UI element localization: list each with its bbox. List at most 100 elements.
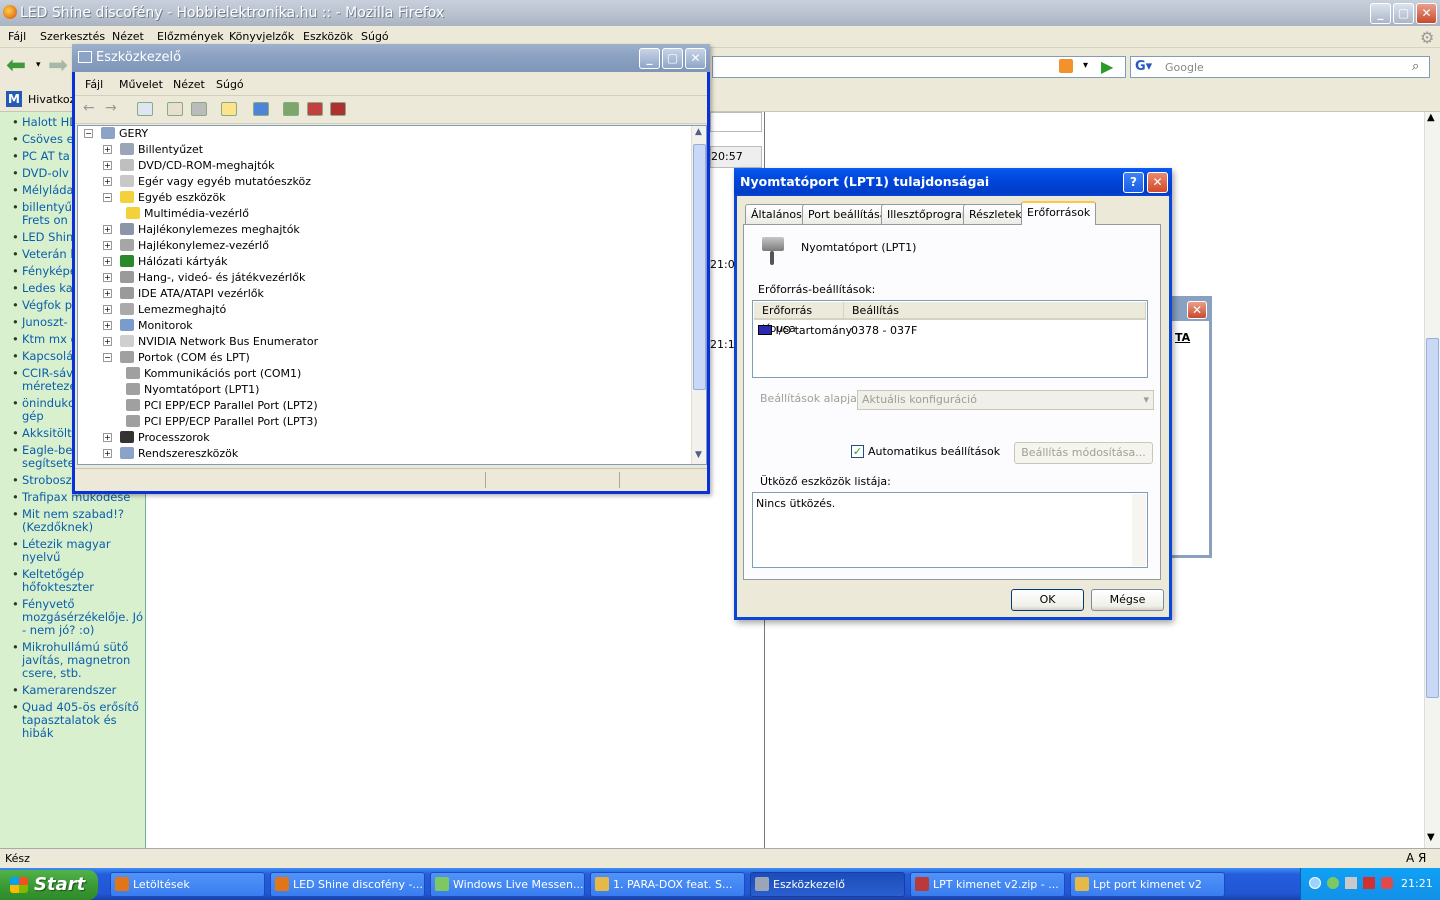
url-dropdown-icon[interactable]: ▾ xyxy=(1083,60,1088,71)
sidebar-topic-link[interactable]: Kamerarendszer xyxy=(0,684,145,698)
sidebar-topic-link[interactable]: Mikrohullámú sütő javítás, magnetron cse… xyxy=(0,641,145,680)
menu-help[interactable]: Súgó xyxy=(361,30,389,43)
dm-close-button[interactable]: ✕ xyxy=(685,48,706,69)
rss-icon[interactable] xyxy=(1059,59,1073,73)
sidebar-topic-link[interactable]: Fényvető mozgásérzékelője. Jó - nem jó? … xyxy=(0,598,145,637)
google-icon[interactable]: G▾ xyxy=(1135,59,1152,74)
menu-history[interactable]: Előzmények xyxy=(157,30,224,43)
tree-node[interactable]: Multimédia-vezérlő xyxy=(122,206,249,222)
tree-node[interactable]: PCI EPP/ECP Parallel Port (LPT2) xyxy=(122,398,318,414)
uninstall-device-icon[interactable] xyxy=(330,102,346,116)
tab-details[interactable]: Részletek xyxy=(963,204,1028,224)
disable-device-icon[interactable] xyxy=(307,102,323,116)
expand-toggle-icon[interactable]: + xyxy=(103,177,112,186)
change-setting-button[interactable]: Beállítás módosítása... xyxy=(1014,442,1153,464)
expand-toggle-icon[interactable]: + xyxy=(103,225,112,234)
expand-toggle-icon[interactable]: + xyxy=(103,433,112,442)
scroll-up-icon[interactable]: ▲ xyxy=(1427,112,1435,123)
scan-hardware-icon[interactable] xyxy=(253,102,269,116)
tree-node[interactable]: − Portok (COM és LPT) xyxy=(103,350,250,366)
expand-toggle-icon[interactable]: + xyxy=(103,321,112,330)
tree-node[interactable]: + NVIDIA Network Bus Enumerator xyxy=(103,334,318,350)
taskbar-button[interactable]: LED Shine discofény -... xyxy=(270,872,425,897)
dm-minimize-button[interactable]: _ xyxy=(639,48,660,69)
print-icon[interactable] xyxy=(191,102,207,116)
close-button[interactable]: ✕ xyxy=(1416,3,1437,24)
col-setting[interactable]: Beállítás xyxy=(844,302,1146,320)
expand-toggle-icon[interactable]: − xyxy=(103,353,112,362)
menu-view[interactable]: Nézet xyxy=(112,30,144,43)
help-icon[interactable] xyxy=(221,102,237,116)
network-tray-icon[interactable] xyxy=(1345,877,1357,889)
go-icon[interactable]: ▶ xyxy=(1101,57,1113,76)
auto-settings-checkbox[interactable]: ✓ xyxy=(851,445,864,458)
taskbar-button[interactable]: LPT kimenet v2.zip - ... xyxy=(910,872,1065,897)
update-driver-icon[interactable] xyxy=(283,102,299,116)
expand-toggle-icon[interactable]: + xyxy=(103,257,112,266)
tree-node[interactable]: + Egér vagy egyéb mutatóeszköz xyxy=(103,174,311,190)
menu-tools[interactable]: Eszközök xyxy=(303,30,353,43)
tree-node[interactable]: + Hajlékonylemez-vezérlő xyxy=(103,238,269,254)
sidebar-topic-link[interactable]: Quad 405-ös erősítő tapasztalatok és hib… xyxy=(0,701,145,740)
restore-button[interactable]: ▢ xyxy=(1393,3,1414,24)
expand-toggle-icon[interactable]: + xyxy=(103,273,112,282)
tree-node[interactable]: + Lemezmeghajtó xyxy=(103,302,226,318)
taskbar-button[interactable]: Letöltések xyxy=(110,872,265,897)
sidebar-topic-link[interactable]: Létezik magyar nyelvű xyxy=(0,538,145,564)
properties-close-button[interactable]: ✕ xyxy=(1147,172,1168,193)
tree-scroll-thumb[interactable] xyxy=(693,144,706,390)
taskbar-button[interactable]: Windows Live Messen... xyxy=(430,872,585,897)
expand-toggle-icon[interactable]: + xyxy=(103,145,112,154)
forward-icon[interactable]: ➡ xyxy=(48,52,68,78)
conflict-list[interactable]: Nincs ütközés. xyxy=(752,492,1148,568)
search-box[interactable]: G▾ Google ⌕ xyxy=(1130,56,1430,78)
minimize-button[interactable]: _ xyxy=(1370,3,1391,24)
expand-toggle-icon[interactable]: + xyxy=(103,241,112,250)
tree-node[interactable]: + Monitorok xyxy=(103,318,193,334)
tab-resources[interactable]: Erőforrások xyxy=(1021,201,1097,225)
bookmark-link[interactable]: Hivatkoz xyxy=(28,93,75,106)
dm-menu-help[interactable]: Súgó xyxy=(216,78,244,91)
antivirus-tray-icon[interactable] xyxy=(1363,877,1375,889)
tree-node[interactable]: + Processzorok xyxy=(103,430,210,446)
expand-toggle-icon[interactable]: − xyxy=(103,193,112,202)
tree-scroll-down-icon[interactable]: ▼ xyxy=(695,450,702,460)
search-icon[interactable]: ⌕ xyxy=(1412,59,1419,74)
tree-node[interactable]: PCI EPP/ECP Parallel Port (LPT3) xyxy=(122,414,318,430)
properties-icon[interactable] xyxy=(167,102,183,116)
tree-node[interactable]: Nyomtatóport (LPT1) xyxy=(122,382,259,398)
security-tray-icon[interactable] xyxy=(1381,877,1393,889)
menu-edit[interactable]: Szerkesztés xyxy=(40,30,105,43)
background-close-button[interactable]: ✕ xyxy=(1187,301,1207,319)
menu-bookmarks[interactable]: Könyvjelzők xyxy=(229,30,294,43)
start-button[interactable]: Start xyxy=(0,870,98,900)
table-row[interactable]: I/O tartomány xyxy=(758,324,852,338)
tree-node[interactable]: + DVD/CD-ROM-meghajtók xyxy=(103,158,275,174)
cancel-button[interactable]: Mégse xyxy=(1091,589,1164,611)
console-tree-icon[interactable] xyxy=(137,102,153,116)
tree-node[interactable]: + Hang-, videó- és játékvezérlők xyxy=(103,270,305,286)
based-on-select[interactable]: Aktuális konfiguráció ▾ xyxy=(857,390,1154,410)
tree-scrollbar[interactable]: ▲ ▼ xyxy=(691,126,706,464)
dm-back-icon[interactable]: ← xyxy=(83,100,95,116)
taskbar-button[interactable]: Lpt port kimenet v2 xyxy=(1070,872,1225,897)
sidebar-topic-link[interactable]: Mit nem szabad!? (Kezdőknek) xyxy=(0,508,145,534)
tree-node[interactable]: + Hálózati kártyák xyxy=(103,254,228,270)
scroll-thumb[interactable] xyxy=(1426,338,1439,698)
help-button[interactable]: ? xyxy=(1123,172,1144,193)
dm-maximize-button[interactable]: ▢ xyxy=(662,48,683,69)
tree-root[interactable]: − GERY xyxy=(84,126,148,142)
tab-port-settings[interactable]: Port beállítása xyxy=(802,204,893,224)
dm-menu-action[interactable]: Művelet xyxy=(119,78,163,91)
expand-toggle-icon[interactable]: + xyxy=(103,305,112,314)
expand-toggle-icon[interactable]: + xyxy=(103,161,112,170)
scroll-down-icon[interactable]: ▼ xyxy=(1427,832,1435,843)
tree-node[interactable]: − Egyéb eszközök xyxy=(103,190,226,206)
back-icon[interactable]: ⬅ xyxy=(6,52,26,78)
taskbar-button[interactable]: 1. PARA-DOX feat. S... xyxy=(590,872,745,897)
tree-scroll-up-icon[interactable]: ▲ xyxy=(695,127,702,137)
dm-forward-icon[interactable]: → xyxy=(105,100,117,116)
ok-button[interactable]: OK xyxy=(1011,589,1084,611)
tree-node[interactable]: + Rendszereszközök xyxy=(103,446,238,462)
dm-menu-file[interactable]: Fájl xyxy=(85,78,103,91)
